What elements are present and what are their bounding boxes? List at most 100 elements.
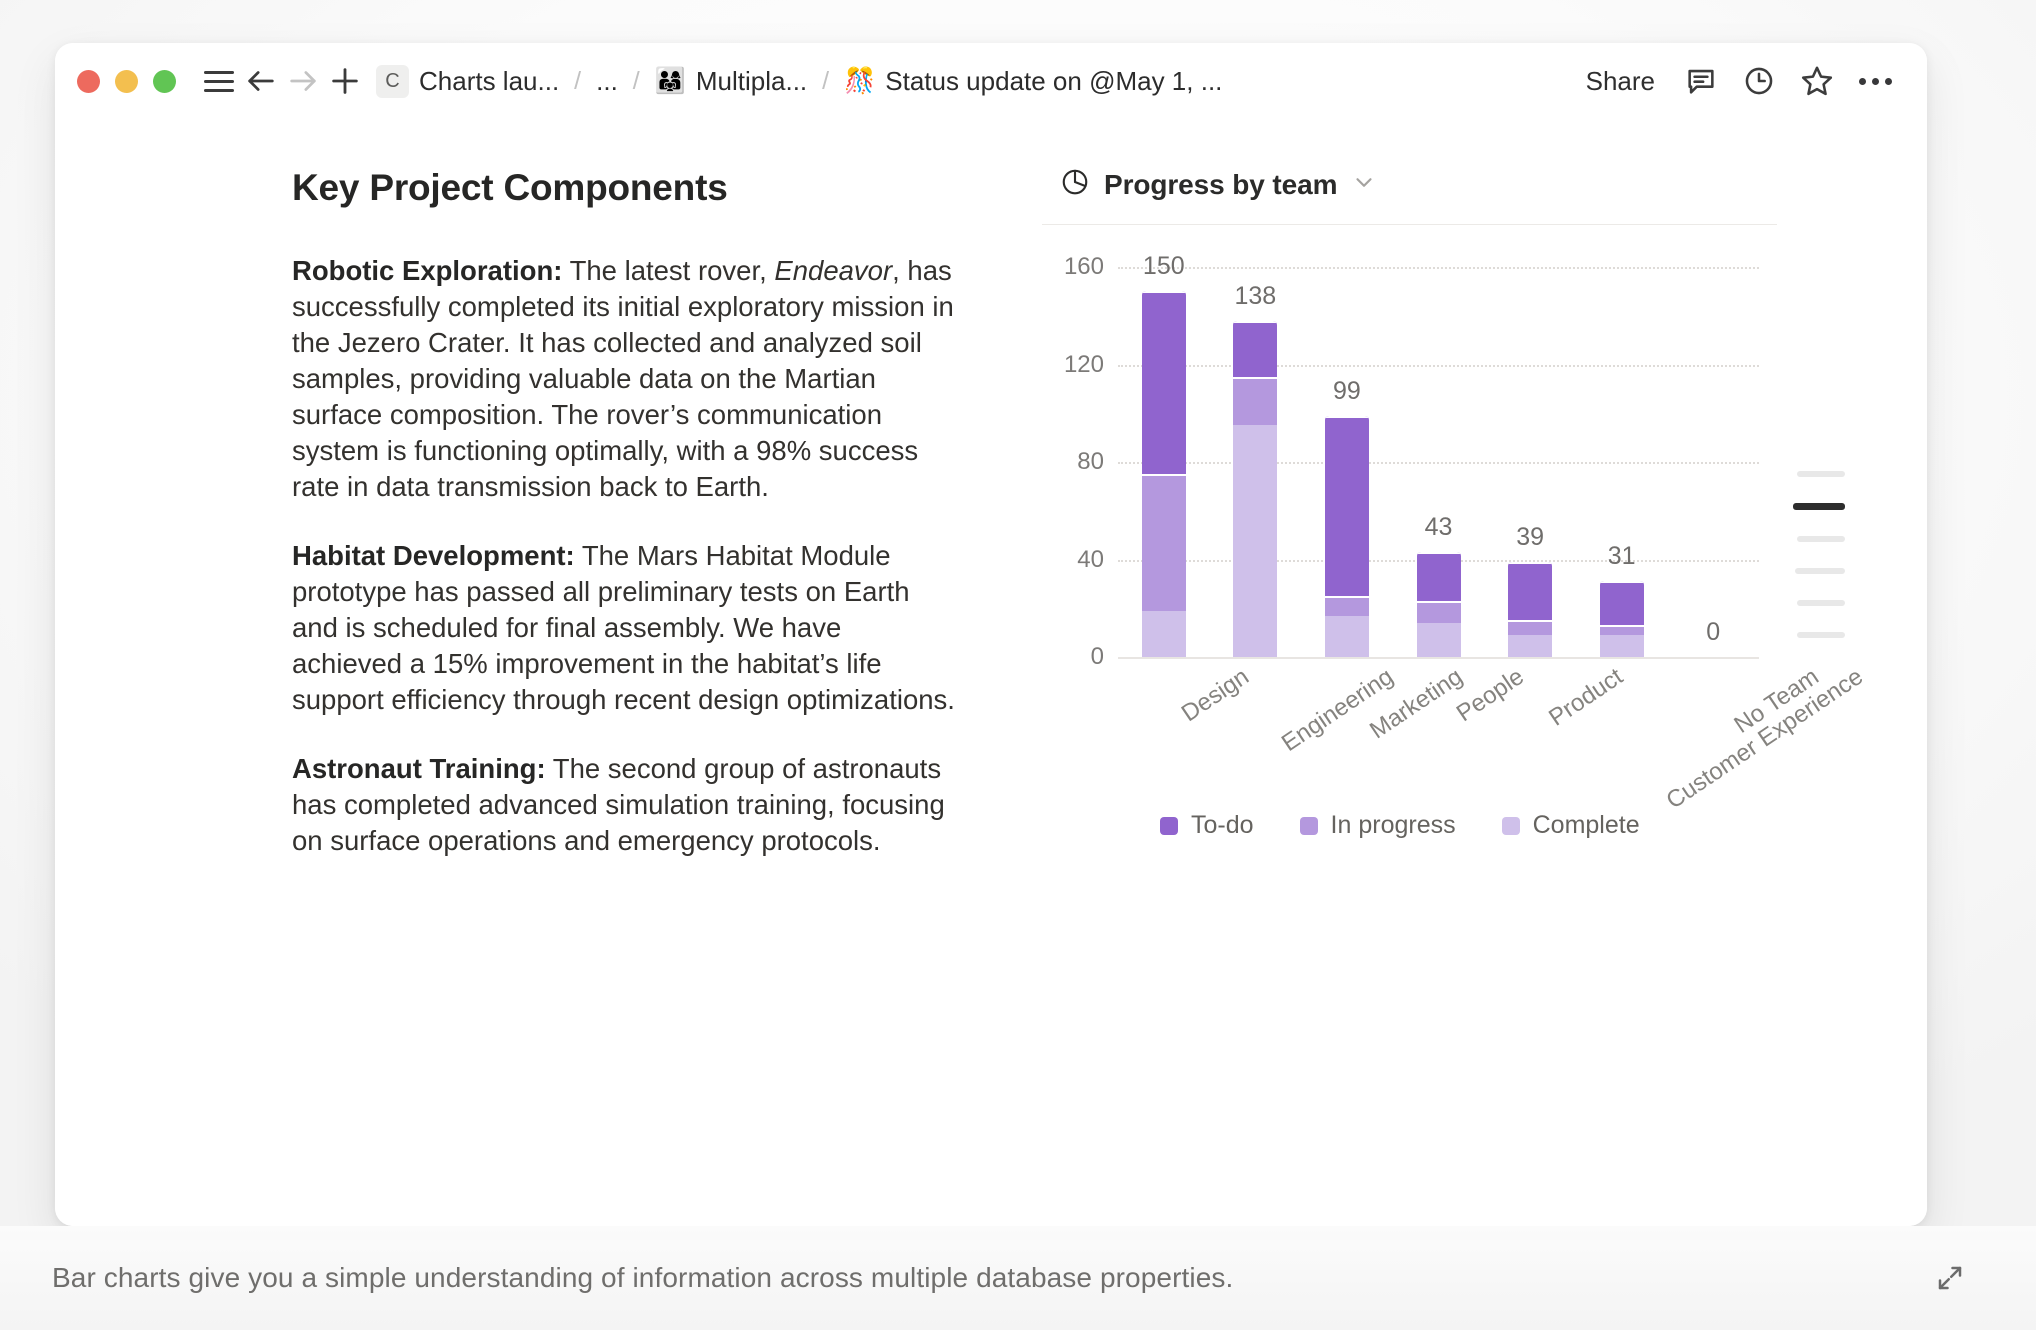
bar-segment-in-progress[interactable] bbox=[1233, 376, 1278, 426]
favorite-button[interactable] bbox=[1791, 55, 1843, 107]
breadcrumb-item-0[interactable]: C Charts lau... bbox=[370, 61, 565, 102]
forward-button[interactable] bbox=[282, 60, 324, 102]
breadcrumb-label: Status update on @May 1, ... bbox=[885, 65, 1223, 96]
stacked-bar[interactable] bbox=[1141, 291, 1186, 657]
outline-item[interactable] bbox=[1797, 471, 1845, 477]
chart-header[interactable]: Progress by team bbox=[1042, 167, 1777, 224]
pie-chart-icon bbox=[1060, 167, 1090, 202]
bar-group[interactable]: 99 bbox=[1301, 267, 1393, 657]
chevron-down-icon[interactable] bbox=[1351, 169, 1377, 200]
menu-icon bbox=[204, 70, 234, 92]
paragraph-robotic-exploration[interactable]: Robotic Exploration: The latest rover, E… bbox=[292, 253, 958, 505]
titlebar-actions: Share bbox=[1572, 55, 1901, 107]
bar-segment-in-progress[interactable] bbox=[1599, 625, 1644, 636]
y-axis-tick-label: 120 bbox=[1063, 350, 1104, 378]
bar-segment-complete[interactable] bbox=[1508, 635, 1553, 657]
app-window: C Charts lau... / ... / 👨‍👩‍👧 Multipla..… bbox=[55, 43, 1927, 1226]
sidebar-toggle-icon[interactable] bbox=[198, 60, 240, 102]
y-axis-tick-label: 40 bbox=[1077, 545, 1104, 573]
share-button[interactable]: Share bbox=[1572, 60, 1669, 103]
bar-segment-in-progress[interactable] bbox=[1508, 620, 1553, 636]
bar-segment-to-do[interactable] bbox=[1324, 415, 1369, 597]
bar-segment-in-progress[interactable] bbox=[1141, 474, 1186, 611]
bar-segment-to-do[interactable] bbox=[1599, 581, 1644, 626]
bar-segment-complete[interactable] bbox=[1233, 425, 1278, 657]
stacked-bar[interactable] bbox=[1508, 561, 1553, 657]
paragraph-lead: Habitat Development: bbox=[292, 540, 575, 572]
bar-total-label: 150 bbox=[1142, 252, 1185, 281]
comments-button[interactable] bbox=[1675, 55, 1727, 107]
bar-group[interactable]: 0 bbox=[1667, 267, 1759, 657]
bar-group[interactable]: 150 bbox=[1118, 252, 1210, 657]
breadcrumb-item-current[interactable]: 🎊 Status update on @May 1, ... bbox=[838, 62, 1228, 101]
paragraph-text-a: The latest rover, bbox=[562, 255, 775, 286]
table-of-contents-outline[interactable] bbox=[1783, 471, 1845, 638]
bar-segment-complete[interactable] bbox=[1416, 622, 1461, 657]
breadcrumb-item-2[interactable]: 👨‍👩‍👧 Multipla... bbox=[649, 62, 813, 101]
x-axis-tick: No Team bbox=[1713, 663, 1824, 739]
new-page-button[interactable] bbox=[324, 60, 366, 102]
bar-segment-to-do[interactable] bbox=[1141, 291, 1186, 475]
paragraph-astronaut-training[interactable]: Astronaut Training: The second group of … bbox=[292, 751, 958, 859]
title-bar: C Charts lau... / ... / 👨‍👩‍👧 Multipla..… bbox=[55, 43, 1927, 119]
y-axis-tick-label: 160 bbox=[1063, 253, 1104, 280]
outline-item[interactable] bbox=[1797, 536, 1845, 542]
bar-group[interactable]: 39 bbox=[1484, 267, 1576, 657]
bar-segment-to-do[interactable] bbox=[1233, 320, 1278, 377]
page-chip-icon: C bbox=[376, 64, 409, 98]
x-axis-tick: Marketing bbox=[1347, 663, 1467, 744]
outline-item[interactable] bbox=[1797, 632, 1845, 638]
x-axis-tick-label: People bbox=[1451, 663, 1529, 728]
x-axis-tick: Design bbox=[1164, 663, 1254, 727]
chart-title: Progress by team bbox=[1104, 168, 1338, 200]
more-options-button[interactable] bbox=[1849, 55, 1901, 107]
paragraph-text-b: , has successfully completed its initial… bbox=[292, 255, 954, 503]
y-axis-tick-label: 0 bbox=[1090, 643, 1104, 670]
paragraph-lead: Astronaut Training: bbox=[292, 753, 546, 785]
breadcrumb-label: Multipla... bbox=[695, 65, 808, 96]
page-history-button[interactable] bbox=[1733, 55, 1785, 107]
family-emoji-icon: 👨‍👩‍👧 bbox=[654, 66, 686, 95]
breadcrumb-separator: / bbox=[822, 66, 830, 95]
outline-item[interactable] bbox=[1795, 568, 1845, 574]
document-canvas: Key Project Components Robotic Explorati… bbox=[55, 119, 1927, 1226]
more-horizontal-icon bbox=[1858, 77, 1892, 85]
bar-segment-complete[interactable] bbox=[1324, 615, 1369, 657]
bar-total-label: 0 bbox=[1706, 618, 1721, 646]
breadcrumb-separator: / bbox=[574, 66, 582, 95]
caption-text: Bar charts give you a simple understandi… bbox=[52, 1262, 1234, 1293]
stacked-bar[interactable] bbox=[1324, 415, 1369, 657]
bar-segment-to-do[interactable] bbox=[1508, 561, 1553, 621]
x-axis-tick-label: Design bbox=[1176, 663, 1254, 728]
bar-total-label: 138 bbox=[1234, 281, 1277, 310]
bar-group[interactable]: 43 bbox=[1393, 267, 1485, 657]
breadcrumb-separator: / bbox=[632, 66, 640, 95]
bar-group[interactable]: 138 bbox=[1210, 267, 1302, 657]
outline-item-active[interactable] bbox=[1793, 503, 1845, 510]
stacked-bar[interactable] bbox=[1599, 581, 1644, 657]
expand-diagonal-icon[interactable] bbox=[1930, 1258, 1970, 1298]
stacked-bar[interactable] bbox=[1233, 320, 1278, 657]
x-axis-tick: Product bbox=[1530, 663, 1628, 732]
minimize-window-button[interactable] bbox=[115, 69, 138, 93]
bar-segment-in-progress[interactable] bbox=[1416, 600, 1461, 623]
paragraph-habitat-development[interactable]: Habitat Development: The Mars Habitat Mo… bbox=[292, 538, 958, 718]
bar-segment-in-progress[interactable] bbox=[1324, 596, 1369, 616]
close-window-button[interactable] bbox=[77, 69, 100, 93]
bar-total-label: 31 bbox=[1607, 542, 1636, 571]
confetti-emoji-icon: 🎊 bbox=[844, 66, 876, 95]
breadcrumb-item-1[interactable]: ... bbox=[590, 62, 624, 101]
paragraph-italic-term: Endeavor bbox=[774, 255, 893, 286]
outline-item[interactable] bbox=[1797, 600, 1845, 606]
screen: C Charts lau... / ... / 👨‍👩‍👧 Multipla..… bbox=[0, 0, 2036, 1330]
y-axis-tick-label: 80 bbox=[1077, 448, 1104, 475]
maximize-window-button[interactable] bbox=[153, 69, 176, 93]
stacked-bar[interactable] bbox=[1416, 552, 1461, 657]
paragraph-lead: Robotic Exploration: bbox=[292, 255, 563, 286]
bar-segment-complete[interactable] bbox=[1599, 635, 1644, 657]
bar-segment-complete[interactable] bbox=[1141, 610, 1186, 657]
bar-segment-to-do[interactable] bbox=[1416, 552, 1461, 601]
bar-group[interactable]: 31 bbox=[1576, 267, 1668, 657]
back-button[interactable] bbox=[240, 60, 282, 102]
bar-total-label: 43 bbox=[1424, 513, 1453, 542]
